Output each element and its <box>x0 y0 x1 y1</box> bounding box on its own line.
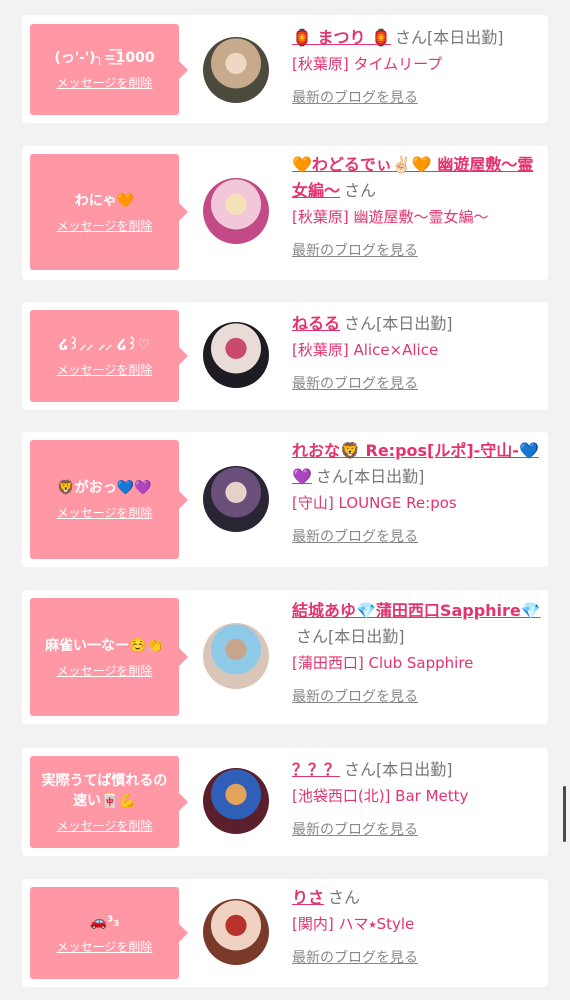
message-bubble: ໒꒱⸝⸝ ⸝⸝ ໒꒱♡ メッセージを削除 <box>30 310 188 402</box>
latest-blog-link[interactable]: 最新のブログを見る <box>292 240 542 260</box>
message-bubble: 麻雀い一なー☺️👏 メッセージを削除 <box>30 598 188 716</box>
avatar[interactable] <box>203 768 269 834</box>
cast-info: りさ さん [関内] ハマ⭑Style 最新のブログを見る <box>292 885 542 967</box>
latest-blog-link[interactable]: 最新のブログを見る <box>292 373 542 393</box>
message-text: ໒꒱⸝⸝ ⸝⸝ ໒꒱♡ <box>58 336 151 353</box>
avatar[interactable] <box>203 178 269 244</box>
honorific: さん <box>344 181 377 200</box>
honorific: さん <box>296 627 329 646</box>
shop-location: [池袋西口(北)] Bar Metty <box>292 787 469 805</box>
message-text: (っ'-')╮=͟͟͞͞1000 <box>54 50 155 66</box>
latest-blog-link[interactable]: 最新のブログを見る <box>292 526 542 546</box>
honorific: さん <box>344 760 377 779</box>
cast-name-link[interactable]: 結城あゆ💎蒲田西口Sapphire💎 <box>292 601 541 620</box>
cast-name-link[interactable]: 🏮 まつり 🏮 <box>292 28 391 47</box>
favorite-card: 実際うてば慣れるの速い🀄💪 メッセージを削除 ？？？ さん[本日出勤] [池袋西口… <box>22 748 548 856</box>
cast-name-link[interactable]: 🧡わどるでぃ✌🏻🧡 幽遊屋敷〜霊女編〜 <box>292 155 533 200</box>
latest-blog-link[interactable]: 最新のブログを見る <box>292 819 542 839</box>
delete-message-link[interactable]: メッセージを削除 <box>57 938 153 955</box>
shop-location: [秋葉原] Alice×Alice <box>292 341 439 359</box>
favorite-card: 🚗³₃ メッセージを削除 りさ さん [関内] ハマ⭑Style 最新のブログを見… <box>22 879 548 987</box>
honorific: さん <box>395 28 428 47</box>
cast-info: ねるる さん[本日出勤] [秋葉原] Alice×Alice 最新のブログを見る <box>292 311 542 393</box>
attendance-status: [本日出勤] <box>427 28 504 47</box>
message-bubble: 🚗³₃ メッセージを削除 <box>30 887 188 979</box>
scrollbar-thumb[interactable] <box>563 786 566 842</box>
attendance-status: [本日出勤] <box>376 314 453 333</box>
favorite-card: ໒꒱⸝⸝ ⸝⸝ ໒꒱♡ メッセージを削除 ねるる さん[本日出勤] [秋葉原] A… <box>22 302 548 410</box>
shop-location: [守山] LOUNGE Re:pos <box>292 494 457 512</box>
message-bubble: わにゃ🧡 メッセージを削除 <box>30 154 188 270</box>
favorite-card: わにゃ🧡 メッセージを削除 🧡わどるでぃ✌🏻🧡 幽遊屋敷〜霊女編〜 さん [秋葉原… <box>22 146 548 280</box>
avatar[interactable] <box>203 322 269 388</box>
cast-name-link[interactable]: ？？？ <box>292 760 340 779</box>
message-bubble: (っ'-')╮=͟͟͞͞1000 メッセージを削除 <box>30 24 188 115</box>
attendance-status: [本日出勤] <box>376 760 453 779</box>
favorite-card: 🦁がおっ💙💜 メッセージを削除 れおな🦁 Re:pos[ルポ]-守山-💙💜 さん[… <box>22 432 548 567</box>
delete-message-link[interactable]: メッセージを削除 <box>57 662 153 679</box>
avatar[interactable] <box>203 899 269 965</box>
cast-name-link[interactable]: りさ <box>292 888 324 907</box>
honorific: さん <box>315 467 348 486</box>
delete-message-link[interactable]: メッセージを削除 <box>57 217 153 234</box>
avatar[interactable] <box>203 623 269 689</box>
message-text: わにゃ🧡 <box>74 192 135 209</box>
cast-info: 結城あゆ💎蒲田西口Sapphire💎 さん[本日出勤] [蒲田西口] Club S… <box>292 598 542 706</box>
cast-info: 🏮 まつり 🏮 さん[本日出勤] [秋葉原] タイムリープ 最新のブログを見る <box>292 25 542 107</box>
message-text: 🚗³₃ <box>89 913 120 930</box>
honorific: さん <box>344 314 377 333</box>
delete-message-link[interactable]: メッセージを削除 <box>57 817 153 834</box>
delete-message-link[interactable]: メッセージを削除 <box>57 74 153 91</box>
attendance-status: [本日出勤] <box>328 627 405 646</box>
message-bubble: 🦁がおっ💙💜 メッセージを削除 <box>30 440 188 559</box>
shop-location: [関内] ハマ⭑Style <box>292 915 415 933</box>
message-bubble: 実際うてば慣れるの速い🀄💪 メッセージを削除 <box>30 756 188 848</box>
attendance-status: [本日出勤] <box>347 467 425 486</box>
avatar[interactable] <box>203 466 269 532</box>
latest-blog-link[interactable]: 最新のブログを見る <box>292 947 542 967</box>
message-text: 🦁がおっ💙💜 <box>57 480 152 496</box>
message-text: 麻雀い一なー☺️👏 <box>45 637 164 654</box>
honorific: さん <box>328 888 361 907</box>
delete-message-link[interactable]: メッセージを削除 <box>57 361 153 378</box>
cast-name-link[interactable]: ねるる <box>292 314 340 333</box>
latest-blog-link[interactable]: 最新のブログを見る <box>292 686 542 706</box>
cast-info: 🧡わどるでぃ✌🏻🧡 幽遊屋敷〜霊女編〜 さん [秋葉原] 幽遊屋敷〜霊女編〜 最新… <box>292 152 542 260</box>
favorite-card: (っ'-')╮=͟͟͞͞1000 メッセージを削除 🏮 まつり 🏮 さん[本日出勤… <box>22 15 548 123</box>
shop-location: [秋葉原] 幽遊屋敷〜霊女編〜 <box>292 208 489 226</box>
shop-location: [秋葉原] タイムリープ <box>292 55 443 73</box>
avatar[interactable] <box>203 37 269 103</box>
message-text: 実際うてば慣れるの速い🀄💪 <box>41 772 168 809</box>
favorites-list: (っ'-')╮=͟͟͞͞1000 メッセージを削除 🏮 まつり 🏮 さん[本日出勤… <box>0 0 570 1000</box>
cast-info: れおな🦁 Re:pos[ルポ]-守山-💙💜 さん[本日出勤] [守山] LOUNG… <box>292 438 542 546</box>
delete-message-link[interactable]: メッセージを削除 <box>57 504 153 521</box>
latest-blog-link[interactable]: 最新のブログを見る <box>292 87 542 107</box>
shop-location: [蒲田西口] Club Sapphire <box>292 654 474 672</box>
favorite-card: 麻雀い一なー☺️👏 メッセージを削除 結城あゆ💎蒲田西口Sapphire💎さん[… <box>22 590 548 724</box>
cast-info: ？？？ さん[本日出勤] [池袋西口(北)] Bar Metty 最新のブログを見… <box>292 757 542 839</box>
